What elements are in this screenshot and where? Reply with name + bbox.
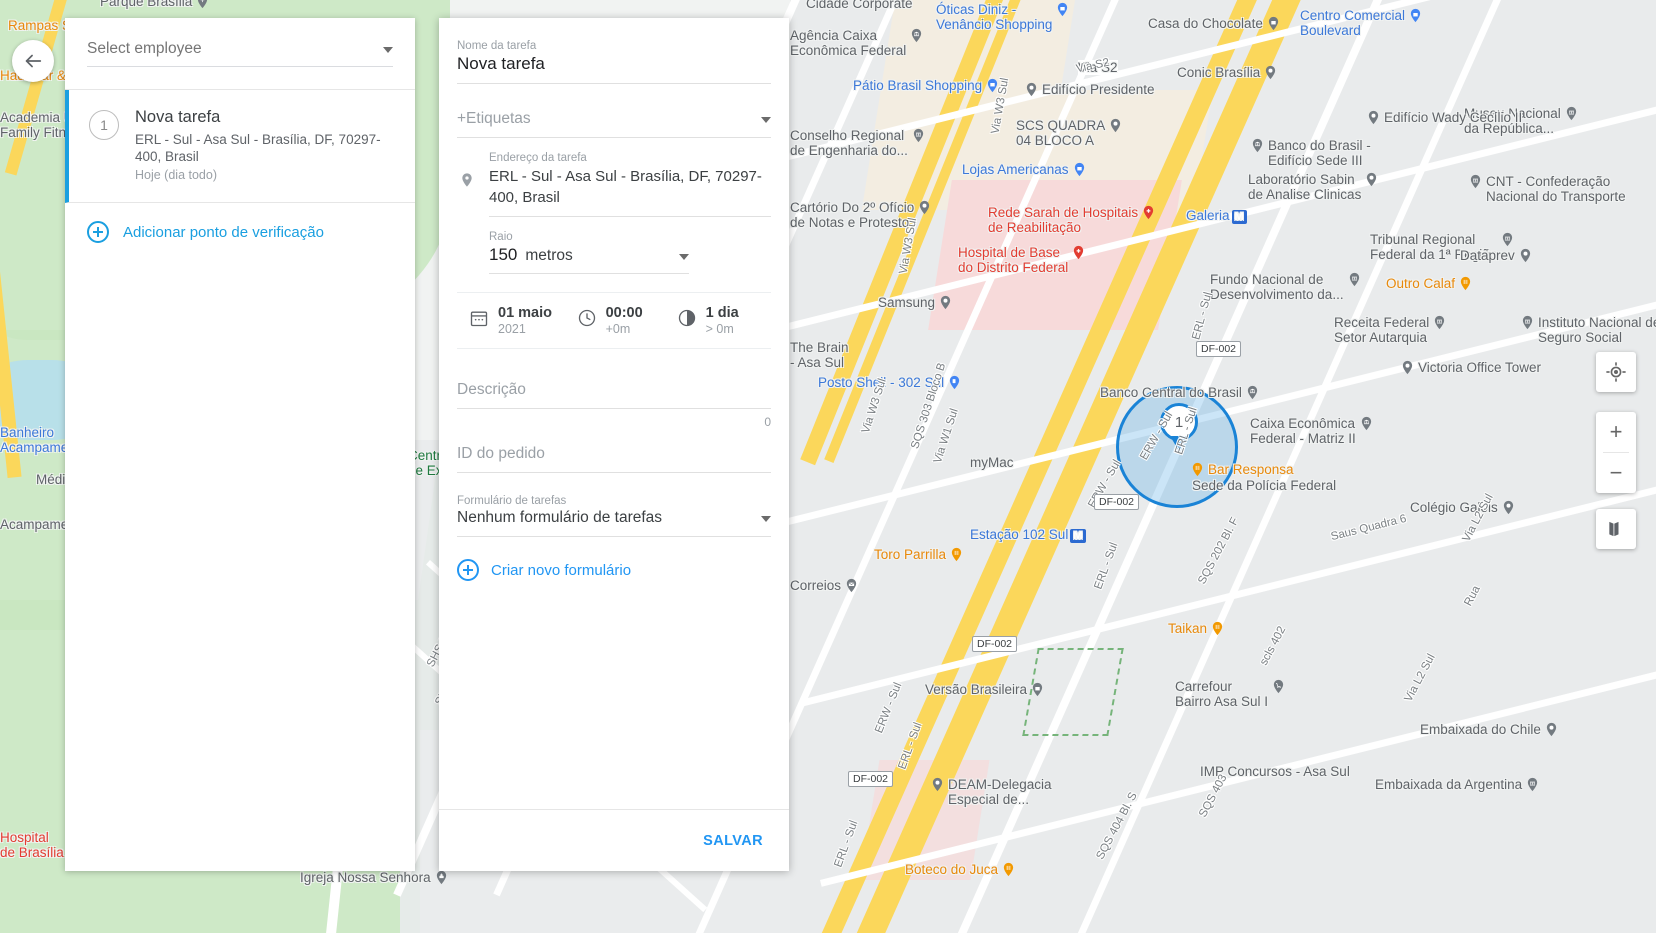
duration-cell[interactable]: 1 dia > 0m: [677, 305, 771, 336]
task-address-main: Endereço da tarefa ERL - Sul - Asa Sul -…: [489, 152, 771, 217]
plus-circle-icon: [87, 221, 109, 243]
map-route-shield: DF-002: [848, 771, 894, 787]
time-sub: +0m: [605, 322, 631, 336]
task-address-value[interactable]: ERL - Sul - Asa Sul - Brasília, DF, 7029…: [489, 166, 771, 217]
task-list-panel: Select employee 1 Nova tarefa ERL - Sul …: [65, 18, 415, 871]
tags-field[interactable]: +Etiquetas: [457, 84, 771, 138]
chevron-down-icon[interactable]: [761, 117, 771, 123]
save-button[interactable]: SALVAR: [695, 825, 771, 857]
back-button[interactable]: [12, 40, 54, 82]
tags-placeholder: +Etiquetas: [457, 110, 531, 127]
radius-select[interactable]: 150 metros: [489, 245, 689, 274]
task-item-schedule: Hoje (dia todo): [135, 168, 217, 182]
chevron-down-icon[interactable]: [383, 47, 393, 53]
task-form-value: Nenhum formulário de tarefas: [457, 509, 663, 526]
duration-text: 1 dia > 0m: [706, 305, 739, 336]
employee-select-placeholder: Select employee: [87, 40, 202, 57]
my-location-icon[interactable]: [1596, 352, 1636, 392]
map-pin-icon: [459, 152, 477, 217]
description-placeholder: Descrição: [457, 381, 526, 398]
task-address-label: Endereço da tarefa: [489, 152, 587, 164]
order-id-placeholder: ID do pedido: [457, 445, 545, 462]
map-route-shield: DF-002: [972, 636, 1018, 652]
clock-icon: [577, 308, 597, 333]
map-layers-icon[interactable]: [1596, 509, 1636, 549]
task-form-label: Formulário de tarefas: [457, 495, 567, 507]
schedule-row: 01 maio 2021 00:00 +0m 1 dia > 0m: [457, 292, 771, 349]
add-checkpoint-label: Adicionar ponto de verificação: [123, 223, 324, 241]
zoom-out-button[interactable]: −: [1596, 453, 1636, 493]
map-route-shield: DF-002: [1094, 494, 1140, 510]
create-form-button[interactable]: Criar novo formulário: [457, 537, 771, 581]
map-route-shield: DF-002: [1196, 341, 1242, 357]
task-index-badge: 1: [89, 110, 119, 140]
radius-label: Raio: [489, 231, 513, 243]
task-name-label: Nome da tarefa: [457, 40, 537, 52]
date-sub: 2021: [498, 322, 526, 336]
duration-main: 1 dia: [705, 305, 739, 321]
zoom-in-button[interactable]: +: [1596, 412, 1636, 452]
chevron-down-icon[interactable]: [761, 516, 771, 522]
time-text: 00:00 +0m: [606, 305, 643, 336]
radius-field[interactable]: Raio 150 metros: [457, 217, 771, 274]
radius-unit: metros: [525, 247, 573, 264]
task-item-title: Nova tarefa: [135, 108, 221, 126]
task-list-item[interactable]: 1 Nova tarefa ERL - Sul - Asa Sul - Bras…: [65, 90, 415, 203]
task-name-field[interactable]: Nome da tarefa Nova tarefa: [457, 18, 771, 84]
task-detail-footer: SALVAR: [439, 809, 789, 871]
radius-value[interactable]: 150: [489, 245, 517, 265]
task-item-address: ERL - Sul - Asa Sul - Brasília, DF, 7029…: [135, 132, 381, 164]
date-cell[interactable]: 01 maio 2021: [457, 305, 577, 336]
task-address-field[interactable]: Endereço da tarefa ERL - Sul - Asa Sul -…: [457, 138, 771, 217]
arrow-left-icon: [25, 54, 42, 68]
duration-icon: [677, 308, 697, 333]
employee-select[interactable]: Select employee: [87, 40, 393, 67]
my-location-control[interactable]: [1596, 352, 1636, 392]
calendar-icon: [469, 308, 489, 333]
time-cell[interactable]: 00:00 +0m: [577, 305, 677, 336]
map-dashed-lot: [1022, 648, 1124, 736]
task-form-field[interactable]: Formulário de tarefas Nenhum formulário …: [457, 473, 771, 537]
duration-sub: > 0m: [705, 322, 734, 336]
create-form-label: Criar novo formulário: [491, 561, 632, 579]
date-main: 01 maio: [498, 305, 552, 321]
task-detail-panel: Nome da tarefa Nova tarefa +Etiquetas En…: [439, 18, 789, 871]
employee-select-row: Select employee: [65, 18, 415, 67]
zoom-control[interactable]: + −: [1596, 412, 1636, 493]
chevron-down-icon[interactable]: [679, 254, 689, 260]
date-text: 01 maio 2021: [498, 305, 552, 336]
plus-circle-icon: [457, 559, 479, 581]
task-detail-body: Nome da tarefa Nova tarefa +Etiquetas En…: [439, 18, 789, 809]
description-char-count: 0: [764, 415, 771, 429]
task-name-value[interactable]: Nova tarefa: [457, 54, 771, 74]
app-root: 1 Cidade Corporate Óticas Diniz - Venânci…: [0, 0, 1656, 933]
add-checkpoint-button[interactable]: Adicionar ponto de verificação: [65, 203, 415, 261]
time-main: 00:00: [605, 305, 643, 321]
description-field[interactable]: Descrição: [457, 349, 771, 409]
task-form-text: Formulário de tarefas Nenhum formulário …: [457, 495, 662, 527]
order-id-field[interactable]: ID do pedido: [457, 429, 771, 473]
task-item-body: Nova tarefa ERL - Sul - Asa Sul - Brasíl…: [135, 108, 393, 182]
map-layers-control[interactable]: [1596, 509, 1636, 549]
